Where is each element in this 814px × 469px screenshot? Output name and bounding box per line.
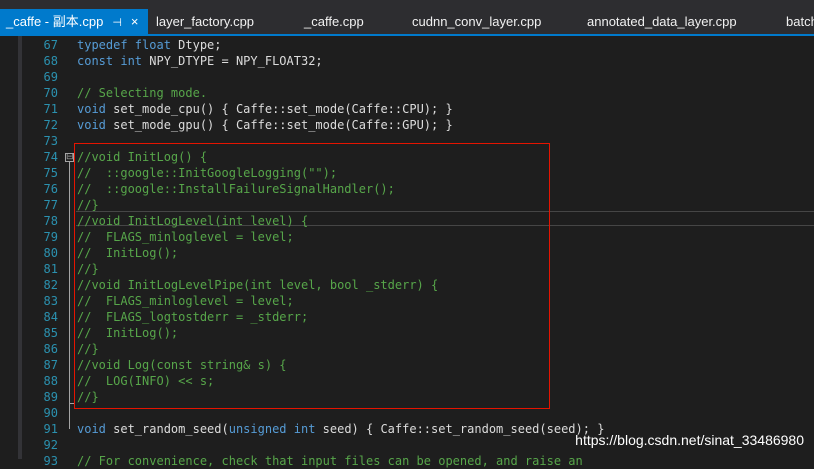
line-number: 80 (43, 246, 58, 260)
line-number: 67 (43, 38, 58, 52)
line-number-gutter: 67 68 69 70 71 72 73 74 75 76 77 78 79 80 81 82 83 84 85 86… (22, 36, 58, 468)
tab-label: _caffe.cpp (304, 14, 364, 29)
tab-label: batch (786, 14, 814, 29)
tab-label: layer_factory.cpp (156, 14, 255, 29)
line-number: 93 (43, 454, 58, 468)
code-line[interactable]: typedef float Dtype; (77, 37, 222, 53)
line-number: 92 (43, 438, 58, 452)
line-number: 74 (43, 150, 58, 164)
line-number: 73 (43, 134, 58, 148)
tab-caffe[interactable]: _caffe.cpp (298, 9, 398, 34)
code-token: Dtype; (170, 38, 222, 52)
code-token: set_random_seed( (105, 422, 229, 436)
code-token: seed) { Caffe::set_random_seed(seed); } (315, 422, 605, 436)
fold-guide-line (69, 162, 70, 429)
line-number: 85 (43, 326, 58, 340)
line-number: 89 (43, 390, 58, 404)
code-line[interactable]: void set_mode_gpu() { Caffe::set_mode(Ca… (77, 117, 453, 133)
keyword-token: void (77, 102, 106, 116)
line-number: 83 (43, 294, 58, 308)
line-number: 82 (43, 278, 58, 292)
code-editor[interactable]: 67 68 69 70 71 72 73 74 75 76 77 78 79 80 81 82 83 84 85 86… (0, 36, 814, 468)
tab-cudnn-conv-layer[interactable]: cudnn_conv_layer.cpp (406, 9, 576, 34)
line-number: 78 (43, 214, 58, 228)
code-line[interactable]: const int NPY_DTYPE = NPY_FLOAT32; (77, 53, 323, 69)
line-number: 90 (43, 406, 58, 420)
line-number: 72 (43, 118, 58, 132)
line-number: 87 (43, 358, 58, 372)
comment-token: // Selecting mode. (77, 86, 208, 100)
line-number: 70 (43, 86, 58, 100)
tab-label: _caffe - 副本.cpp (6, 14, 104, 29)
keyword-token: const int (77, 54, 143, 68)
code-line[interactable]: // Selecting mode. (77, 85, 207, 101)
line-number: 75 (43, 166, 58, 180)
line-number: 79 (43, 230, 58, 244)
tab-label: cudnn_conv_layer.cpp (412, 14, 542, 29)
code-token: NPY_DTYPE = NPY_FLOAT32; (142, 54, 323, 68)
code-line[interactable]: void set_mode_cpu() { Caffe::set_mode(Ca… (77, 101, 453, 117)
line-number: 88 (43, 374, 58, 388)
tab-batch[interactable]: batch (780, 9, 814, 34)
close-icon[interactable]: × (131, 9, 139, 34)
comment-token: // For convenience, check that input fil… (77, 454, 583, 468)
keyword-token: unsigned int (228, 422, 316, 436)
line-number: 91 (43, 422, 58, 436)
line-number: 86 (43, 342, 58, 356)
tab-layer-factory[interactable]: layer_factory.cpp (150, 9, 300, 34)
line-number: 77 (43, 198, 58, 212)
keyword-token: void (77, 422, 106, 436)
line-number: 76 (43, 182, 58, 196)
code-token: set_mode_cpu() { Caffe::set_mode(Caffe::… (105, 102, 453, 116)
line-number: 69 (43, 70, 58, 84)
tab-bar: _caffe - 副本.cpp ⊣ × layer_factory.cpp _caf… (0, 0, 814, 34)
keyword-token: void (77, 118, 106, 132)
watermark: https://blog.csdn.net/sinat_33486980 (575, 432, 804, 448)
line-number: 81 (43, 262, 58, 276)
keyword-token: typedef float (77, 38, 171, 52)
code-line[interactable]: // For convenience, check that input fil… (77, 453, 583, 469)
tab-caffe-copy[interactable]: _caffe - 副本.cpp ⊣ × (0, 9, 148, 34)
line-number: 68 (43, 54, 58, 68)
fold-collapse-icon[interactable]: ⊟ (65, 153, 74, 162)
code-token: set_mode_gpu() { Caffe::set_mode(Caffe::… (105, 118, 453, 132)
line-number: 71 (43, 102, 58, 116)
tab-label: annotated_data_layer.cpp (587, 14, 737, 29)
code-line[interactable]: void set_random_seed(unsigned int seed) … (77, 421, 604, 437)
tab-annotated-data-layer[interactable]: annotated_data_layer.cpp (581, 9, 776, 34)
line-number: 84 (43, 310, 58, 324)
pin-icon[interactable]: ⊣ (112, 11, 122, 34)
highlight-box (74, 143, 550, 409)
